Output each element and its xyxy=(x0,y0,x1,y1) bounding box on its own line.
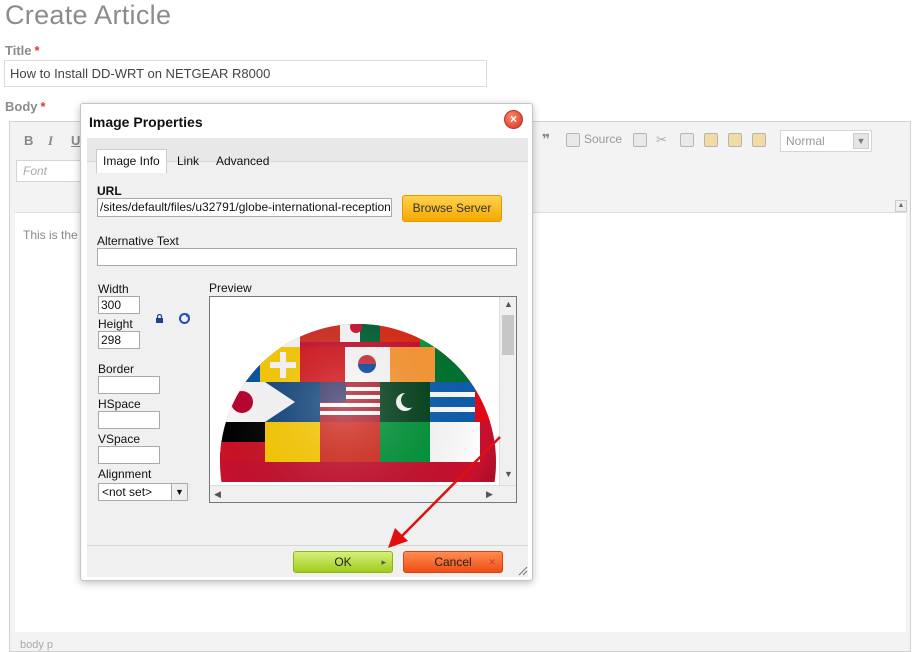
source-icon xyxy=(566,133,580,147)
scroll-right-icon[interactable]: ▶ xyxy=(486,489,493,500)
copy-icon[interactable] xyxy=(680,133,694,147)
dropdown-arrow-icon: ▼ xyxy=(171,484,187,500)
lock-icon[interactable] xyxy=(155,314,164,323)
tab-advanced[interactable]: Advanced xyxy=(210,150,275,172)
alignment-select[interactable]: <not set> ▼ xyxy=(98,483,188,501)
border-label: Border xyxy=(98,362,135,376)
format-select[interactable]: Normal ▼ xyxy=(780,130,872,152)
underline-button[interactable]: U xyxy=(71,133,80,148)
scroll-up-icon[interactable]: ▲ xyxy=(504,299,513,309)
hspace-label: HSpace xyxy=(98,397,141,411)
alignment-label: Alignment xyxy=(98,467,152,481)
browse-server-button[interactable]: Browse Server xyxy=(402,195,502,222)
tab-link[interactable]: Link xyxy=(171,150,205,172)
width-input[interactable]: 300 xyxy=(98,296,140,314)
cancel-button[interactable]: Cancel ✕ xyxy=(403,551,503,573)
tab-image-info[interactable]: Image Info xyxy=(96,149,167,173)
scroll-left-icon[interactable]: ◀ xyxy=(214,489,221,500)
resize-grip-icon[interactable] xyxy=(517,565,528,576)
vspace-input[interactable] xyxy=(98,446,160,464)
reset-size-icon[interactable] xyxy=(178,312,191,325)
editor-content-text: This is the xyxy=(23,228,78,242)
horizontal-rule-icon[interactable] xyxy=(633,133,647,147)
close-x-icon: ✕ xyxy=(488,557,496,567)
body-field-label: Body * xyxy=(5,99,46,114)
blockquote-icon[interactable]: ❞ xyxy=(542,131,550,148)
italic-button[interactable]: I xyxy=(48,133,53,149)
border-input[interactable] xyxy=(98,376,160,394)
scroll-down-icon[interactable]: ▼ xyxy=(504,469,513,479)
title-input[interactable]: How to Install DD-WRT on NETGEAR R8000 xyxy=(4,60,487,87)
dialog-title: Image Properties xyxy=(89,114,203,130)
image-properties-dialog: Image Properties × Image Info Link Advan… xyxy=(80,103,533,581)
height-label: Height xyxy=(98,317,133,331)
paste-text-icon[interactable] xyxy=(728,133,742,147)
scroll-thumb[interactable] xyxy=(502,315,514,355)
preview-horizontal-scrollbar[interactable]: ◀ ▶ xyxy=(210,485,516,502)
alt-text-input[interactable] xyxy=(97,248,517,266)
paste-icon[interactable] xyxy=(704,133,718,147)
editor-scroll-up-icon[interactable]: ▲ xyxy=(895,200,907,212)
title-field-label: Title * xyxy=(5,43,40,58)
element-path: body p xyxy=(20,639,54,651)
close-icon[interactable]: × xyxy=(504,110,523,129)
cut-icon[interactable]: ✂ xyxy=(656,132,667,148)
preview-label: Preview xyxy=(209,281,252,295)
url-label: URL xyxy=(97,184,122,198)
height-input[interactable]: 298 xyxy=(98,331,140,349)
ok-button[interactable]: OK ▸ xyxy=(293,551,393,573)
dropdown-arrow-icon: ▼ xyxy=(853,133,869,149)
hspace-input[interactable] xyxy=(98,411,160,429)
preview-vertical-scrollbar[interactable]: ▲ ▼ xyxy=(499,297,516,485)
vspace-label: VSpace xyxy=(98,432,141,446)
alt-text-label: Alternative Text xyxy=(97,234,179,248)
url-input[interactable]: /sites/default/files/u32791/globe-intern… xyxy=(97,198,392,217)
width-label: Width xyxy=(98,282,129,296)
image-preview: ▲ ▼ ◀ ▶ xyxy=(209,296,517,503)
globe-flags-image xyxy=(210,324,500,502)
paste-word-icon[interactable] xyxy=(752,133,766,147)
chevron-right-icon: ▸ xyxy=(381,557,386,567)
page-title: Create Article xyxy=(5,0,172,30)
bold-button[interactable]: B xyxy=(24,133,33,148)
source-button[interactable]: Source xyxy=(584,132,622,146)
